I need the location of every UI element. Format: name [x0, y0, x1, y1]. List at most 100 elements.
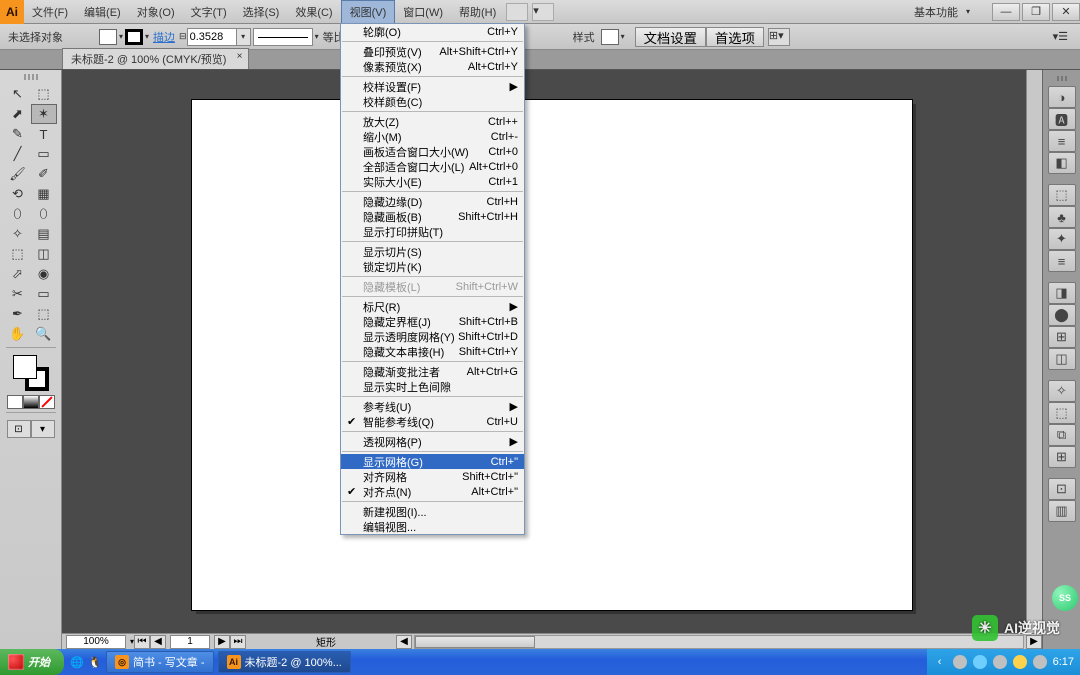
panel-icon-6[interactable]: ✦ — [1048, 228, 1076, 250]
menu-item-10[interactable]: 画板适合窗口大小(W)Ctrl+0 — [341, 144, 524, 159]
tray-icon-3[interactable] — [993, 655, 1007, 669]
quick-launch-2[interactable]: 🐧 — [86, 651, 104, 673]
menu-item-3[interactable]: 像素预览(X)Alt+Ctrl+Y — [341, 59, 524, 74]
tool-9-1[interactable]: ◉ — [31, 264, 57, 284]
zoom-level[interactable]: 100% — [66, 635, 126, 649]
menu-item-31[interactable]: 参考线(U)▶ — [341, 399, 524, 414]
panel-icon-13[interactable]: ⬚ — [1048, 402, 1076, 424]
tool-6-0[interactable]: ⬯ — [5, 204, 31, 224]
menu-item-2[interactable]: 叠印预览(V)Alt+Shift+Ctrl+Y — [341, 44, 524, 59]
menu-4[interactable]: 选择(S) — [235, 0, 288, 23]
panel-grip[interactable] — [1052, 76, 1072, 82]
tool-9-0[interactable]: ⬀ — [5, 264, 31, 284]
screen-mode-switcher[interactable]: ▾ — [31, 420, 55, 438]
tool-1-0[interactable]: ⬈ — [5, 104, 31, 124]
scroll-track-h[interactable] — [414, 635, 1024, 649]
menu-7[interactable]: 窗口(W) — [395, 0, 451, 23]
menu-2[interactable]: 对象(O) — [129, 0, 183, 23]
menu-item-32[interactable]: ✔智能参考线(Q)Ctrl+U — [341, 414, 524, 429]
tray-icon-2[interactable] — [973, 655, 987, 669]
tool-7-1[interactable]: ▤ — [31, 224, 57, 244]
style-swatch[interactable] — [601, 29, 619, 45]
panel-icon-17[interactable]: ▥ — [1048, 500, 1076, 522]
tool-11-0[interactable]: ✒ — [5, 304, 31, 324]
menu-item-12[interactable]: 实际大小(E)Ctrl+1 — [341, 174, 524, 189]
menu-toolbtn-1[interactable] — [506, 3, 528, 21]
maximize-button[interactable]: ❐ — [1022, 3, 1050, 21]
menu-item-29[interactable]: 显示实时上色间隙 — [341, 379, 524, 394]
menu-item-19[interactable]: 锁定切片(K) — [341, 259, 524, 274]
fill-color[interactable] — [13, 355, 37, 379]
menu-3[interactable]: 文字(T) — [183, 0, 235, 23]
panel-icon-12[interactable]: ✧ — [1048, 380, 1076, 402]
menu-item-34[interactable]: 透视网格(P)▶ — [341, 434, 524, 449]
menu-item-14[interactable]: 隐藏边缘(D)Ctrl+H — [341, 194, 524, 209]
stroke-weight-dd[interactable]: ▾ — [237, 28, 251, 46]
menu-item-28[interactable]: 隐藏渐变批注者Alt+Ctrl+G — [341, 364, 524, 379]
tool-6-1[interactable]: ⬯ — [31, 204, 57, 224]
tray-icon-5[interactable] — [1033, 655, 1047, 669]
menu-item-41[interactable]: 编辑视图... — [341, 519, 524, 534]
tool-8-0[interactable]: ⬚ — [5, 244, 31, 264]
tool-4-0[interactable]: 🖌 — [5, 164, 31, 184]
tool-1-1[interactable]: ✶ — [31, 104, 57, 124]
tool-3-1[interactable]: ▭ — [31, 144, 57, 164]
menu-1[interactable]: 编辑(E) — [76, 0, 129, 23]
menu-item-36[interactable]: 显示网格(G)Ctrl+" — [341, 454, 524, 469]
menu-item-24[interactable]: 隐藏定界框(J)Shift+Ctrl+B — [341, 314, 524, 329]
menu-item-38[interactable]: ✔对齐点(N)Alt+Ctrl+" — [341, 484, 524, 499]
menu-item-18[interactable]: 显示切片(S) — [341, 244, 524, 259]
color-mode-none[interactable] — [39, 395, 55, 409]
panel-icon-10[interactable]: ⊞ — [1048, 326, 1076, 348]
scroll-thumb-h[interactable] — [415, 636, 535, 648]
taskbar-item-1[interactable]: Ai未标题-2 @ 100%... — [218, 651, 351, 673]
panel-icon-4[interactable]: ⬚ — [1048, 184, 1076, 206]
panel-icon-5[interactable]: ♣ — [1048, 206, 1076, 228]
stroke-weight-input[interactable] — [187, 28, 237, 46]
tray-icon-4[interactable] — [1013, 655, 1027, 669]
start-button[interactable]: 开始 — [0, 649, 64, 675]
panel-icon-11[interactable]: ◫ — [1048, 348, 1076, 370]
tool-4-1[interactable]: ✐ — [31, 164, 57, 184]
menu-item-15[interactable]: 隐藏画板(B)Shift+Ctrl+H — [341, 209, 524, 224]
panel-icon-3[interactable]: ◧ — [1048, 152, 1076, 174]
color-mode-gradient[interactable] — [23, 395, 39, 409]
menu-item-11[interactable]: 全部适合窗口大小(L)Alt+Ctrl+0 — [341, 159, 524, 174]
tray-icon-1[interactable] — [953, 655, 967, 669]
screen-mode-normal[interactable]: ⊡ — [7, 420, 31, 438]
menu-item-9[interactable]: 缩小(M)Ctrl+- — [341, 129, 524, 144]
menu-item-37[interactable]: 对齐网格Shift+Ctrl+" — [341, 469, 524, 484]
workspace-switcher[interactable]: 基本功能 — [906, 4, 966, 20]
panel-icon-9[interactable]: ⬤ — [1048, 304, 1076, 326]
panel-icon-2[interactable]: ≡ — [1048, 130, 1076, 152]
share-badge[interactable]: SS — [1052, 585, 1078, 611]
tool-0-0[interactable]: ↖ — [5, 84, 31, 104]
tray-expand-icon[interactable]: ‹ — [933, 655, 947, 669]
tool-10-0[interactable]: ✂ — [5, 284, 31, 304]
panel-icon-0[interactable]: ◑ — [1048, 86, 1076, 108]
menu-0[interactable]: 文件(F) — [24, 0, 76, 23]
tool-7-0[interactable]: ✧ — [5, 224, 31, 244]
fill-swatch[interactable] — [99, 29, 117, 45]
quick-launch-1[interactable]: 🌐 — [68, 651, 86, 673]
menu-5[interactable]: 效果(C) — [287, 0, 340, 23]
panel-icon-7[interactable]: ≡ — [1048, 250, 1076, 272]
taskbar-item-0[interactable]: ◎简书 - 写文章 - — [106, 651, 214, 673]
stroke-swatch[interactable] — [125, 29, 143, 45]
artboard-number[interactable]: 1 — [170, 635, 210, 649]
minimize-button[interactable]: — — [992, 3, 1020, 21]
menu-item-8[interactable]: 放大(Z)Ctrl++ — [341, 114, 524, 129]
nav-last[interactable]: ⏭ — [230, 635, 246, 649]
nav-prev[interactable]: ◀ — [150, 635, 166, 649]
menu-item-6[interactable]: 校样颜色(C) — [341, 94, 524, 109]
tool-12-1[interactable]: 🔍 — [31, 324, 57, 344]
doc-setup-button[interactable]: 文档设置 — [635, 27, 706, 47]
nav-next[interactable]: ▶ — [214, 635, 230, 649]
prefs-button[interactable]: 首选项 — [706, 27, 764, 47]
tool-2-0[interactable]: ✎ — [5, 124, 31, 144]
menu-6[interactable]: 视图(V) — [341, 0, 396, 23]
tool-12-0[interactable]: ✋ — [5, 324, 31, 344]
stroke-style-preview[interactable] — [253, 28, 313, 46]
menu-item-25[interactable]: 显示透明度网格(Y)Shift+Ctrl+D — [341, 329, 524, 344]
menu-toolbtn-2[interactable]: ▾ — [532, 3, 554, 21]
